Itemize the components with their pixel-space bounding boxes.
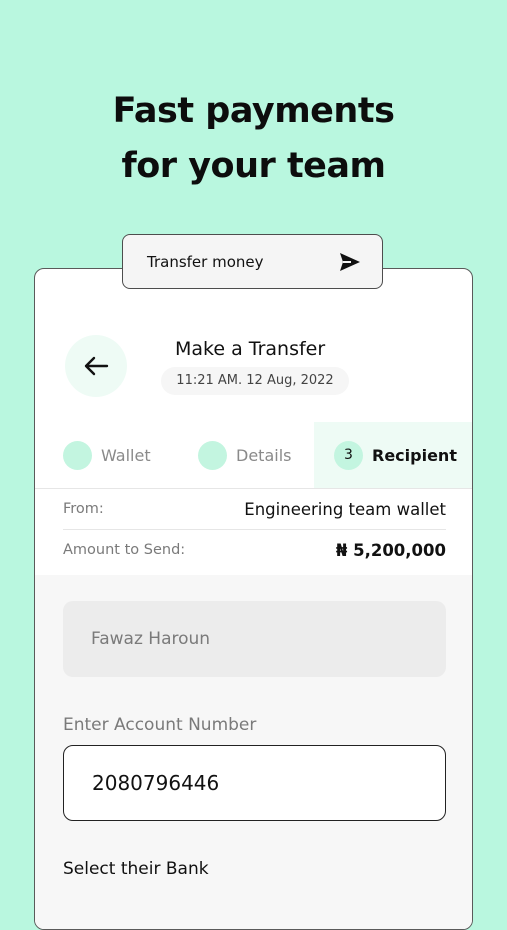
step-dot xyxy=(198,440,227,470)
page-title: Make a Transfer xyxy=(175,338,326,360)
transfer-card: Make a Transfer 11:21 AM. 12 Aug, 2022 W… xyxy=(34,268,473,930)
from-label: From: xyxy=(63,501,104,517)
step-label: Recipient xyxy=(372,445,457,465)
select-bank-label: Select their Bank xyxy=(63,859,209,879)
recipient-name-field[interactable]: Fawaz Haroun xyxy=(63,601,446,677)
transfer-summary: From: Engineering team wallet Amount to … xyxy=(63,489,446,570)
step-dot xyxy=(63,440,92,470)
amount-value: ₦ 5,200,000 xyxy=(335,540,446,560)
recipient-form: Fawaz Haroun Enter Account Number Select… xyxy=(35,575,472,929)
back-button[interactable] xyxy=(65,335,127,397)
summary-row-from: From: Engineering team wallet xyxy=(63,489,446,529)
transfer-money-button[interactable]: Transfer money xyxy=(122,234,383,289)
transfer-datetime: 11:21 AM. 12 Aug, 2022 xyxy=(161,367,349,395)
headline-line-2: for your team xyxy=(121,146,387,186)
step-indicator: Wallet Details 3 Recipient xyxy=(35,422,472,488)
step-label: Wallet xyxy=(101,445,151,465)
step-dot: 3 xyxy=(334,440,363,470)
step-recipient[interactable]: 3 Recipient xyxy=(314,422,472,488)
headline: Fast payments for your team xyxy=(0,84,507,194)
account-number-input[interactable] xyxy=(63,745,446,821)
transfer-money-label: Transfer money xyxy=(147,253,264,271)
send-icon xyxy=(340,253,360,271)
summary-row-amount: Amount to Send: ₦ 5,200,000 xyxy=(63,529,446,570)
step-details[interactable]: Details xyxy=(198,422,291,488)
from-value: Engineering team wallet xyxy=(244,499,446,519)
arrow-left-icon xyxy=(84,356,109,376)
step-label: Details xyxy=(236,445,292,465)
headline-line-1: Fast payments xyxy=(112,91,395,131)
account-number-label: Enter Account Number xyxy=(63,715,257,735)
amount-label: Amount to Send: xyxy=(63,542,186,558)
step-wallet[interactable]: Wallet xyxy=(63,422,151,488)
